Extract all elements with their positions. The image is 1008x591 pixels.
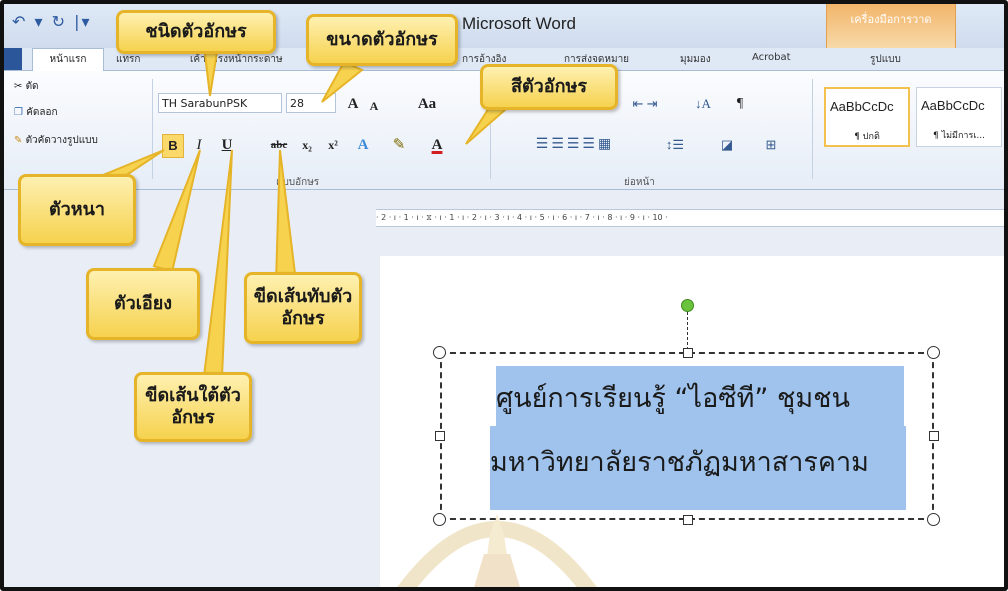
pointer-underline — [202, 149, 233, 377]
callout-font-color: สีตัวอักษร — [480, 64, 618, 110]
callout-font-size: ขนาดตัวอักษร — [306, 14, 458, 66]
callout-strikethrough: ขีดเส้นทับตัวอักษร — [244, 272, 362, 344]
word-window: ↶ ▾ ↻ |▾ Microsoft Word เครื่องมือการวาด… — [0, 0, 1008, 591]
callout-bold: ตัวหนา — [18, 174, 136, 246]
callout-italic: ตัวเอียง — [86, 268, 200, 340]
callout-underline: ขีดเส้นใต้ตัวอักษร — [134, 372, 252, 442]
pointer-strikethrough — [274, 149, 298, 283]
pointer-italic — [152, 149, 201, 274]
callout-font-type: ชนิดตัวอักษร — [116, 10, 276, 54]
pointer-font-size — [321, 60, 364, 103]
